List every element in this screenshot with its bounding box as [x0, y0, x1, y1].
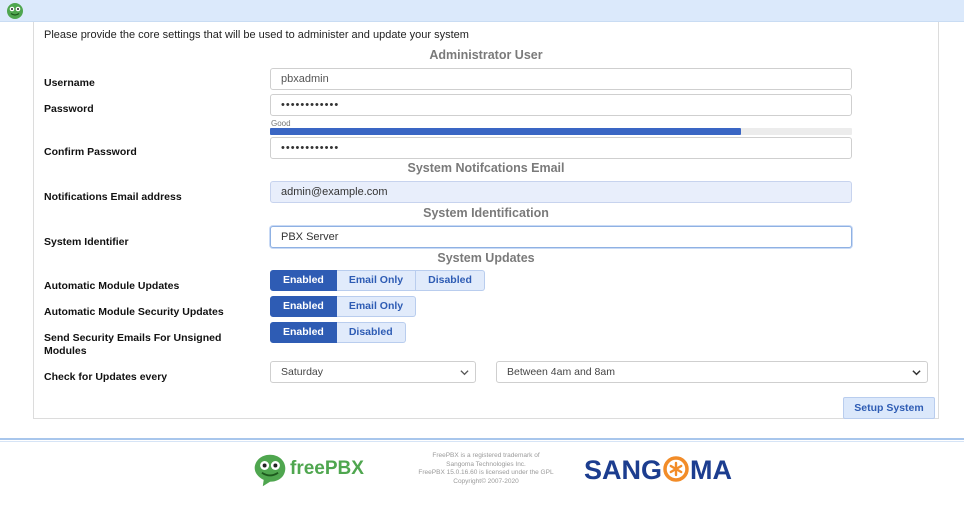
system-identifier-label: System Identifier [44, 236, 129, 248]
unsigned-emails-toggle: Enabled Disabled [270, 322, 406, 343]
email-input[interactable]: admin@example.com [270, 181, 852, 203]
intro-text: Please provide the core settings that wi… [44, 29, 469, 41]
legal-line: FreePBX 15.0.16.60 is licensed under the… [418, 469, 554, 477]
password-value: •••••••••••• [281, 99, 340, 111]
check-updates-day-value: Saturday [281, 366, 324, 378]
password-strength-fill [270, 128, 742, 135]
unsigned-emails-enabled[interactable]: Enabled [270, 322, 337, 343]
freepbx-logo-icon[interactable] [252, 452, 288, 488]
sangoma-logo[interactable]: SANG MA [584, 455, 732, 486]
section-title-admin: Administrator User [429, 48, 543, 62]
password-label: Password [44, 103, 94, 115]
password-strength-label: Good [271, 119, 291, 128]
module-updates-email-only[interactable]: Email Only [336, 270, 417, 291]
confirm-password-value: •••••••••••• [281, 142, 340, 154]
module-updates-disabled[interactable]: Disabled [416, 270, 485, 291]
module-updates-enabled[interactable]: Enabled [270, 270, 337, 291]
security-updates-label: Automatic Module Security Updates [44, 306, 224, 318]
username-input[interactable]: pbxadmin [270, 68, 852, 90]
section-title-updates: System Updates [437, 251, 535, 265]
section-title-identification: System Identification [423, 206, 549, 220]
username-label: Username [44, 77, 95, 89]
email-label: Notifications Email address [44, 191, 182, 203]
unsigned-emails-label: Send Security Emails For Unsigned Module… [44, 332, 222, 357]
password-strength-bar [270, 128, 852, 135]
system-identifier-input[interactable]: PBX Server [270, 226, 852, 248]
legal-line: FreePBX is a registered trademark of [432, 452, 540, 459]
sangoma-star-icon [663, 456, 689, 482]
username-value: pbxadmin [281, 73, 329, 85]
footer-divider [0, 438, 964, 440]
freepbx-brand-text: freePBX [290, 458, 364, 479]
password-input[interactable]: •••••••••••• [270, 94, 852, 116]
footer-legal-text: FreePBX is a registered trademark of San… [410, 452, 562, 486]
security-updates-toggle: Enabled Email Only [270, 296, 417, 317]
module-updates-toggle: Enabled Email Only Disabled [270, 270, 485, 291]
legal-line: Sangoma Technologies Inc. [446, 460, 526, 468]
security-updates-enabled[interactable]: Enabled [270, 296, 337, 317]
footer-divider-light [0, 441, 964, 442]
check-updates-day-select[interactable]: Saturday [270, 361, 476, 383]
top-bar [0, 0, 964, 22]
check-updates-label: Check for Updates every [44, 371, 168, 383]
freepbx-frog-icon[interactable] [6, 2, 24, 20]
system-identifier-value: PBX Server [281, 231, 339, 243]
sangoma-logo-text-left: SANG [584, 455, 663, 485]
security-updates-email-only[interactable]: Email Only [336, 296, 417, 317]
confirm-password-input[interactable]: •••••••••••• [270, 137, 852, 159]
module-updates-label: Automatic Module Updates [44, 280, 180, 292]
check-updates-time-value: Between 4am and 8am [507, 366, 615, 378]
email-value: admin@example.com [281, 186, 388, 198]
sangoma-logo-text-right: MA [690, 455, 733, 485]
chevron-down-icon [460, 370, 469, 376]
unsigned-emails-disabled[interactable]: Disabled [336, 322, 406, 343]
setup-system-button[interactable]: Setup System [843, 397, 935, 419]
section-title-email: System Notifcations Email [407, 161, 565, 175]
chevron-down-icon [912, 370, 921, 376]
confirm-password-label: Confirm Password [44, 146, 137, 158]
legal-line: Copyright© 2007-2020 [453, 477, 519, 485]
check-updates-time-select[interactable]: Between 4am and 8am [496, 361, 928, 383]
